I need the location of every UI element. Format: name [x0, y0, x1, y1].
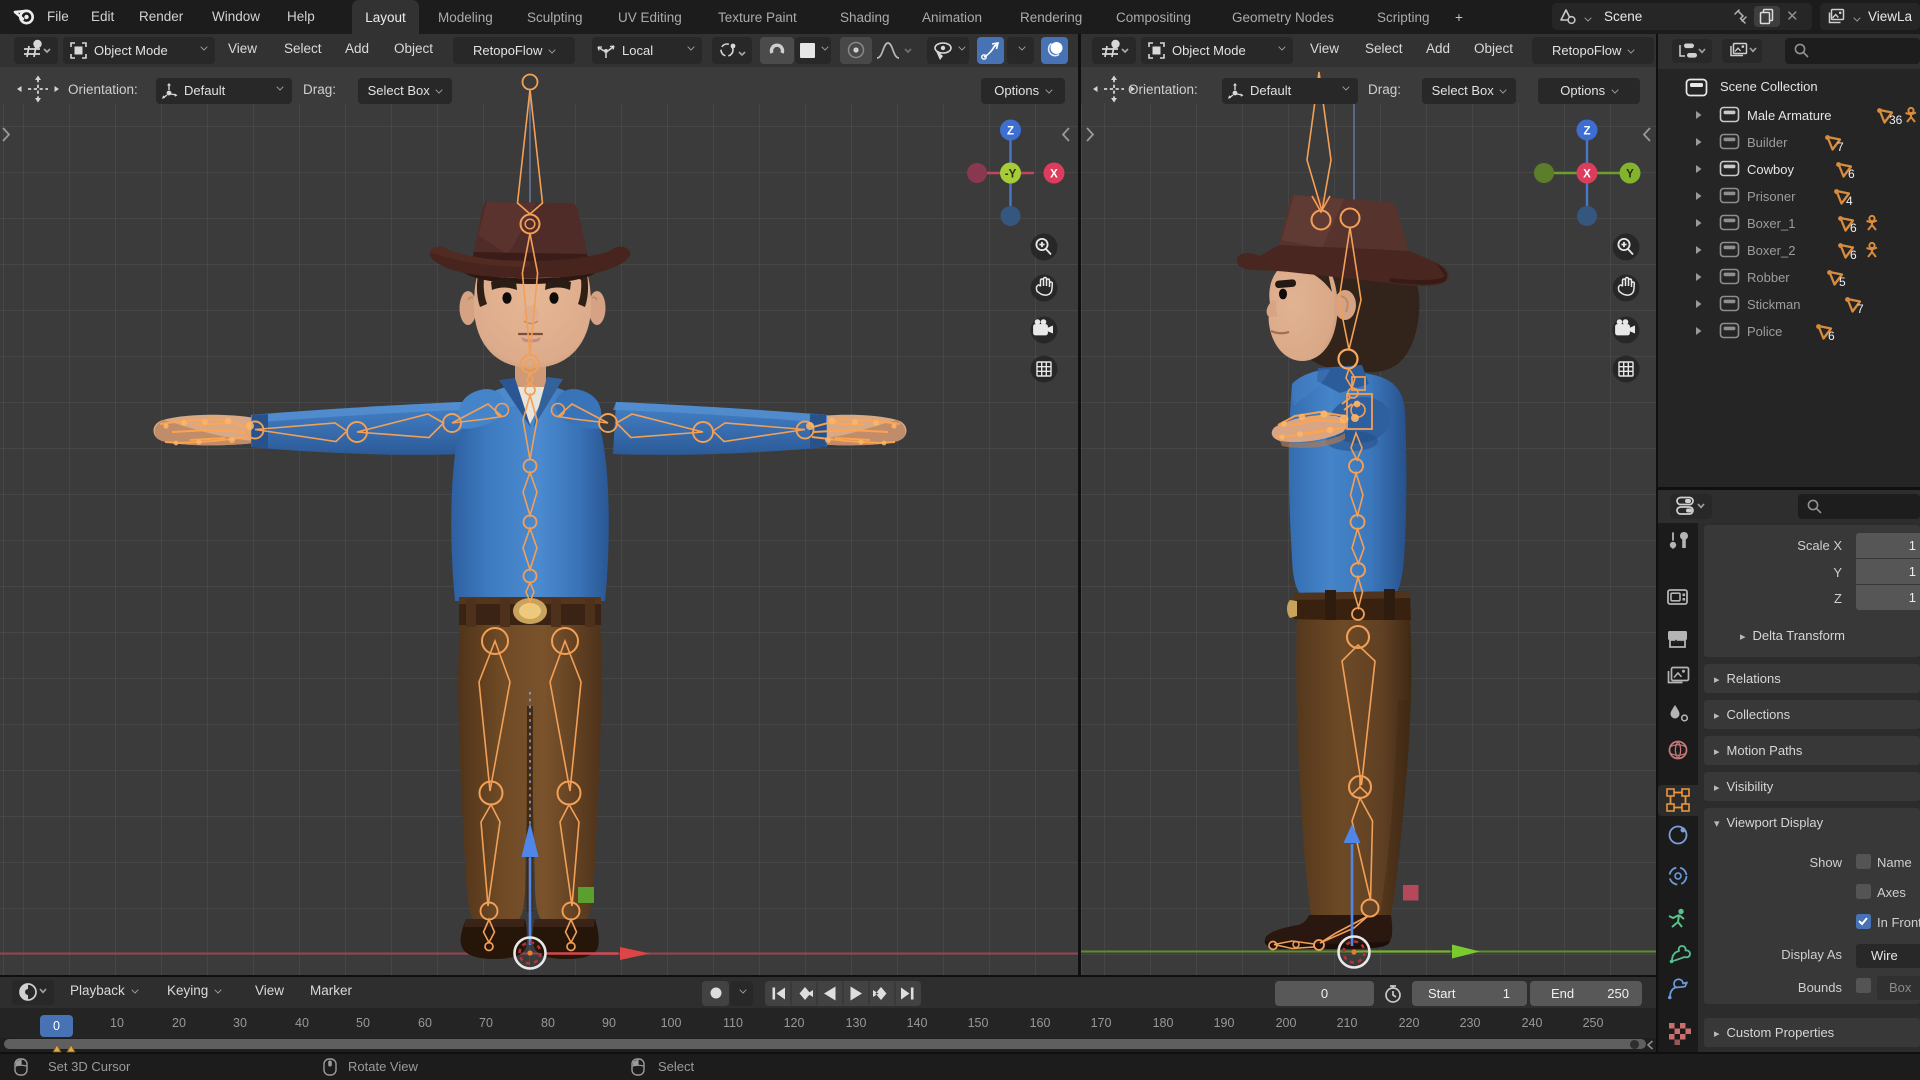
svg-text:Builder: Builder: [1747, 135, 1788, 150]
svg-text:6: 6: [1848, 167, 1855, 181]
svg-text:-Y: -Y: [1005, 169, 1017, 181]
svg-text:5: 5: [1839, 275, 1846, 289]
svg-text:6: 6: [1828, 329, 1835, 343]
svg-text:Boxer_1: Boxer_1: [1747, 216, 1795, 231]
svg-text:Stickman: Stickman: [1747, 297, 1800, 312]
svg-text:7: 7: [1857, 302, 1864, 316]
svg-text:X: X: [1583, 169, 1591, 181]
svg-text:7: 7: [1837, 140, 1844, 154]
svg-text:4: 4: [1846, 194, 1853, 208]
svg-text:Z: Z: [1583, 126, 1590, 138]
svg-text:6: 6: [1850, 221, 1857, 235]
svg-text:Prisoner: Prisoner: [1747, 189, 1796, 204]
svg-text:36: 36: [1889, 113, 1903, 127]
svg-text:6: 6: [1850, 248, 1857, 262]
svg-text:Police: Police: [1747, 324, 1782, 339]
svg-text:X: X: [1050, 169, 1058, 181]
svg-text:Robber: Robber: [1747, 270, 1790, 285]
svg-text:Boxer_2: Boxer_2: [1747, 243, 1795, 258]
svg-text:Y: Y: [1626, 169, 1634, 181]
svg-text:Cowboy: Cowboy: [1747, 162, 1794, 177]
svg-text:Z: Z: [1007, 126, 1014, 138]
svg-text:Male Armature: Male Armature: [1747, 108, 1832, 123]
